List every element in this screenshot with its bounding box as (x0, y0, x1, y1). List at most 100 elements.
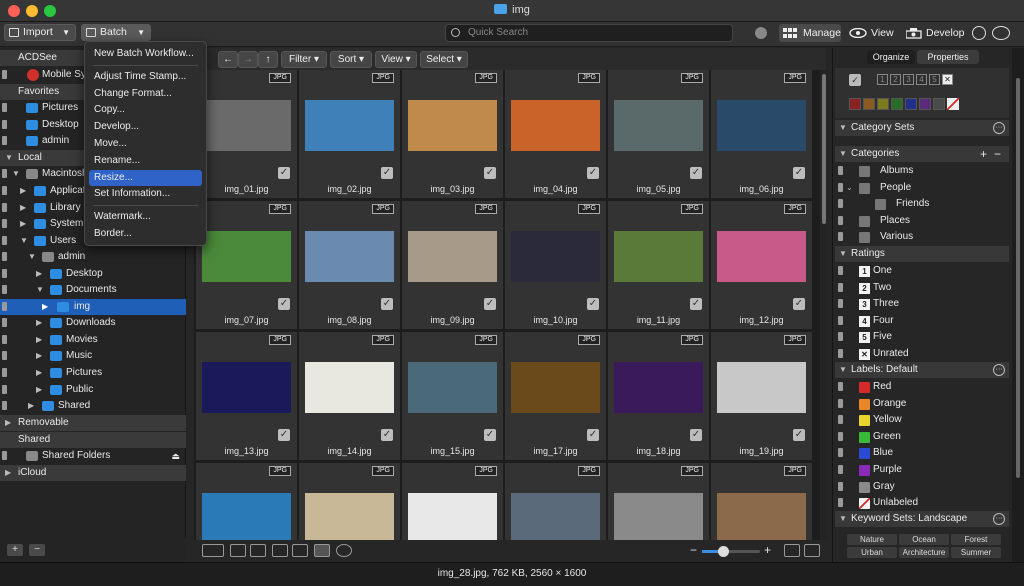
thumbnail-checkbox[interactable]: ✓ (278, 429, 290, 441)
thumbnail-image[interactable] (305, 231, 394, 282)
thumbnail-checkbox[interactable]: ✓ (690, 167, 702, 179)
up-arrow-icon[interactable]: ↑ (258, 51, 278, 68)
quick-rating-5[interactable]: 5 (929, 74, 940, 85)
thumbnail-image[interactable] (511, 231, 600, 282)
thumbnail-image[interactable] (614, 100, 703, 151)
thumbnail-image[interactable] (614, 231, 703, 282)
remove-folder-button[interactable]: − (29, 544, 45, 556)
add-category-icon[interactable]: + (980, 146, 987, 162)
category-sets-header[interactable]: ▼ Category Sets ··· (835, 120, 1009, 136)
thumbnail-cell[interactable]: JPG (608, 463, 709, 540)
quick-rating-3[interactable]: 3 (903, 74, 914, 85)
thumbnail-image[interactable] (717, 362, 806, 413)
category-item-albums[interactable]: Albums (835, 163, 1009, 179)
develop-mode-tab[interactable]: Develop (902, 24, 966, 42)
tag-checkbox[interactable]: ✓ (849, 74, 861, 86)
user-avatar-icon[interactable] (755, 27, 767, 39)
sidebar-item-desktop[interactable]: ▶ Desktop (0, 266, 186, 282)
menu-item-rename[interactable]: Rename... (89, 153, 202, 169)
thumbnail-checkbox[interactable]: ✓ (587, 298, 599, 310)
category-checkbox[interactable] (859, 215, 870, 227)
sync-icon[interactable] (336, 544, 352, 557)
view-button[interactable]: View ▾ (375, 51, 417, 68)
label-item-purple[interactable]: Purple (835, 462, 1009, 478)
thumbnail-image[interactable] (305, 362, 394, 413)
quick-search-input[interactable]: Quick Search (445, 24, 733, 42)
eject-icon[interactable]: ⏏ (171, 448, 180, 464)
sidebar-section-icloud[interactable]: ▶ iCloud (0, 465, 186, 481)
quick-color-label[interactable] (849, 98, 861, 110)
import-button[interactable]: Import ▼ (4, 24, 76, 41)
remove-category-icon[interactable]: − (994, 146, 1001, 162)
quick-rating-4[interactable]: 4 (916, 74, 927, 85)
sidebar-item-shared-folders[interactable]: Shared Folders ⏏ (0, 448, 186, 464)
thumbnail-cell[interactable]: JPG (196, 463, 297, 540)
thumbnail-checkbox[interactable]: ✓ (484, 429, 496, 441)
label-item-gray[interactable]: Gray (835, 479, 1009, 495)
thumbnail-checkbox[interactable]: ✓ (484, 298, 496, 310)
thumbnail-image[interactable] (717, 493, 806, 540)
label-item-orange[interactable]: Orange (835, 396, 1009, 412)
keyword-architecture[interactable]: Architecture (899, 547, 949, 558)
thumbnail-checkbox[interactable]: ✓ (587, 167, 599, 179)
thumbnail-view-icon[interactable] (804, 544, 820, 557)
thumbnail-cell[interactable]: JPG ✓ img_01.jpg (196, 70, 297, 198)
thumbnail-image[interactable] (717, 231, 806, 282)
sidebar-item-pictures[interactable]: ▶ Pictures (0, 365, 186, 381)
quick-color-label[interactable] (877, 98, 889, 110)
panel-scrollbar[interactable] (1012, 48, 1024, 562)
menu-item-set-information[interactable]: Set Information... (89, 186, 202, 202)
category-checkbox[interactable] (859, 232, 870, 244)
grid-scrollbar[interactable] (821, 70, 827, 540)
ratings-header[interactable]: ▼ Ratings (835, 246, 1009, 262)
thumbnail-image[interactable] (305, 493, 394, 540)
sidebar-item-music[interactable]: ▶ Music (0, 348, 186, 364)
rating-item-three[interactable]: 3 Three (835, 296, 1009, 312)
category-item-friends[interactable]: Friends (835, 196, 1009, 212)
thumbnail-cell[interactable]: JPG ✓ img_15.jpg (402, 332, 503, 460)
thumbnail-cell[interactable]: JPG (505, 463, 606, 540)
thumbnail-cell[interactable]: JPG ✓ img_11.jpg (608, 201, 709, 329)
thumbnail-image[interactable] (408, 231, 497, 282)
label-item-blue[interactable]: Blue (835, 445, 1009, 461)
manage-mode-tab[interactable]: Manage (779, 24, 841, 42)
quick-color-label[interactable] (933, 98, 945, 110)
menu-item-new-batch-workflow[interactable]: New Batch Workflow... (89, 46, 202, 62)
forward-arrow-icon[interactable]: → (238, 51, 258, 68)
thumbnail-image[interactable] (614, 493, 703, 540)
sidebar-section-shared[interactable]: Shared (0, 432, 186, 448)
keyword-sets-header[interactable]: ▼ Keyword Sets: Landscape ··· (835, 511, 1009, 527)
menu-item-watermark[interactable]: Watermark... (89, 209, 202, 225)
thumbnail-checkbox[interactable]: ✓ (484, 167, 496, 179)
thumbnail-cell[interactable]: JPG ✓ img_10.jpg (505, 201, 606, 329)
thumbnail-image[interactable] (511, 100, 600, 151)
thumbnail-checkbox[interactable]: ✓ (381, 429, 393, 441)
thumbnail-cell[interactable]: JPG ✓ img_19.jpg (711, 332, 812, 460)
compare-icon[interactable] (314, 544, 330, 557)
thumbnail-image[interactable] (511, 493, 600, 540)
rating-item-unrated[interactable]: ✕ Unrated (835, 346, 1009, 362)
grid-scrollbar-thumb[interactable] (822, 74, 826, 224)
thumbnail-cell[interactable]: JPG (711, 463, 812, 540)
label-item-green[interactable]: Green (835, 429, 1009, 445)
rotate-right-icon[interactable] (250, 544, 266, 557)
thumbnail-cell[interactable]: JPG ✓ img_04.jpg (505, 70, 606, 198)
sidebar-item-public[interactable]: ▶ Public (0, 382, 186, 398)
label-item-red[interactable]: Red (835, 379, 1009, 395)
dashboard-icon[interactable] (992, 26, 1010, 40)
category-checkbox[interactable] (859, 182, 870, 194)
thumbnail-cell[interactable]: JPG ✓ img_06.jpg (711, 70, 812, 198)
sidebar-item-img[interactable]: ▶ img (0, 299, 186, 315)
thumbnail-image[interactable] (408, 100, 497, 151)
menu-item-change-format[interactable]: Change Format... (89, 86, 202, 102)
sidebar-item-admin[interactable]: ▼ admin (0, 249, 186, 265)
export-icon[interactable] (202, 544, 224, 557)
label-item-unlabeled[interactable]: Unlabeled (835, 495, 1009, 511)
keyword-ocean[interactable]: Ocean (899, 534, 949, 545)
thumbnail-checkbox[interactable]: ✓ (278, 167, 290, 179)
thumbnail-image[interactable] (202, 231, 291, 282)
menu-item-move[interactable]: Move... (89, 136, 202, 152)
list-view-icon[interactable] (784, 544, 800, 557)
label-item-yellow[interactable]: Yellow (835, 412, 1009, 428)
thumbnail-cell[interactable]: JPG ✓ img_08.jpg (299, 201, 400, 329)
